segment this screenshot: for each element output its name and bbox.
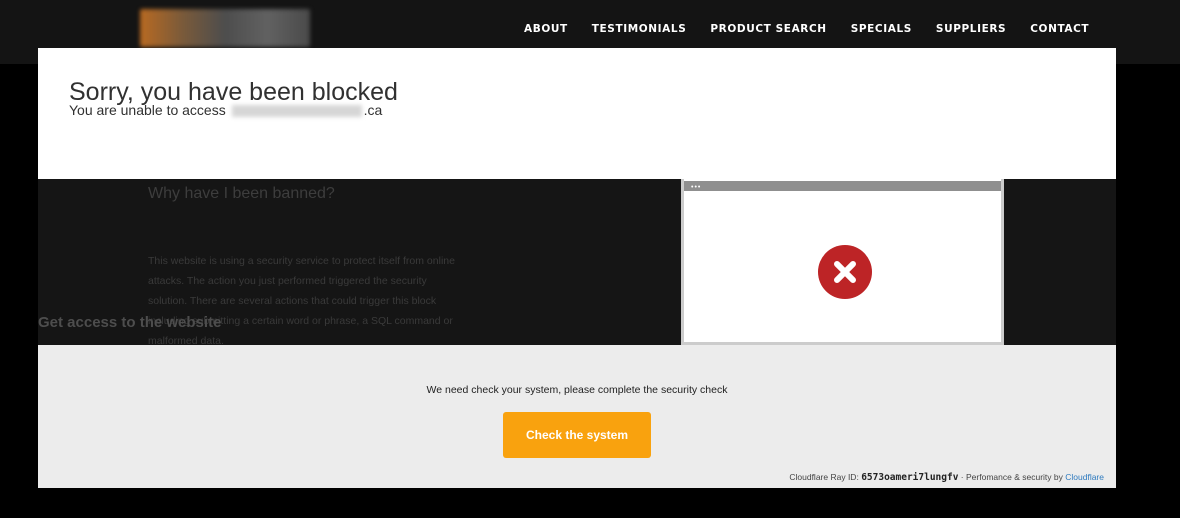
nav-item-contact[interactable]: CONTACT [1030,23,1089,35]
ray-id: 6573oameri7lungfv [861,472,959,483]
check-message: We need check your system, please comple… [426,384,728,396]
get-access-heading: Get access to the website [38,314,222,331]
subtitle-prefix: You are unable to access [69,102,226,118]
site-logo[interactable] [140,9,310,47]
error-x-icon [818,245,872,299]
redacted-domain [231,105,362,118]
nav-item-about[interactable]: ABOUT [524,23,568,35]
domain-suffix: .ca [363,102,383,118]
cloudflare-footer: Cloudflare Ray ID: 6573oameri7lungfv · P… [789,472,1104,483]
ray-label: Cloudflare Ray ID: [789,472,859,482]
why-heading: Why have I been banned? [148,185,335,202]
nav-item-product-search[interactable]: PRODUCT SEARCH [710,23,826,35]
check-system-button[interactable]: Check the system [503,412,651,458]
nav-item-testimonials[interactable]: TESTIMONIALS [592,23,687,35]
security-check-panel: We need check your system, please comple… [38,345,1116,488]
browser-tab: ••• [686,181,722,191]
nav-item-suppliers[interactable]: SUPPLIERS [936,23,1006,35]
perf-text: Perfomance & security by [966,472,1063,482]
main-nav: ABOUT TESTIMONIALS PRODUCT SEARCH SPECIA… [524,23,1089,35]
browser-toolbar [684,181,1001,191]
block-header-panel: Sorry, you have been blocked You are una… [38,48,1116,179]
browser-dots-icon: ••• [691,184,702,191]
nav-item-specials[interactable]: SPECIALS [851,23,912,35]
footer-separator: · [960,472,964,482]
cloudflare-link[interactable]: Cloudflare [1065,472,1104,482]
block-subtitle: You are unable to access .ca [69,102,382,118]
browser-illustration: ••• [681,179,1004,345]
